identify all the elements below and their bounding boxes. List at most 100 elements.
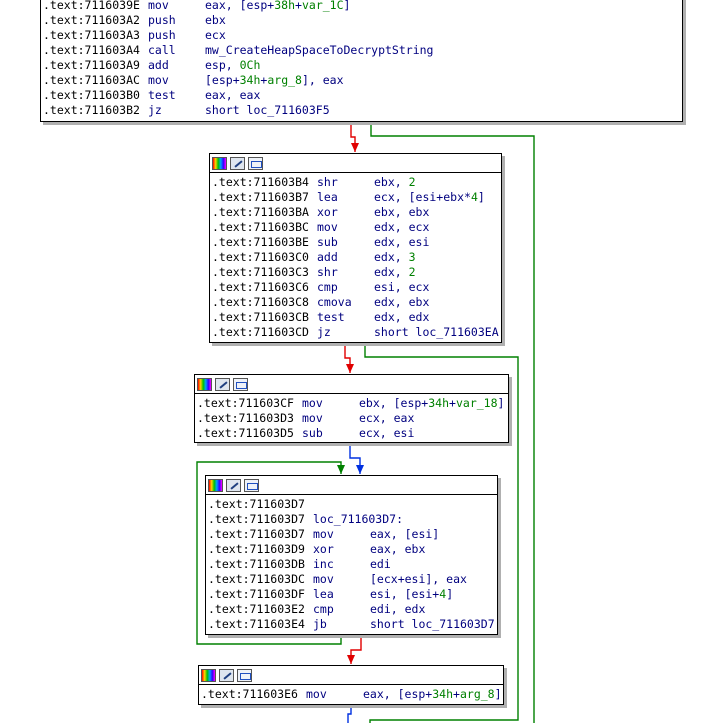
asm-line[interactable]: .text:711603B7 lea ecx, [esi+ebx*4] [212, 190, 499, 205]
block-color-icon[interactable] [197, 377, 212, 391]
asm-line[interactable]: .text:711603AC mov [esp+34h+arg_8], eax [43, 73, 680, 88]
asm-line[interactable]: .text:711603E4 jb short loc_711603D7 [208, 617, 495, 632]
asm-line[interactable]: .text:711603DC mov [ecx+esi], eax [208, 572, 495, 587]
asm-line[interactable]: .text:711603A9 add esp, 0Ch [43, 58, 680, 73]
operands: ecx, [esi+ebx*4] [374, 190, 485, 205]
operand-text: ] [446, 587, 454, 601]
edge-b3-loop-arrowhead [337, 465, 345, 474]
asm-line[interactable]: .text:711603A3 push ecx [43, 28, 680, 43]
asm-line[interactable]: .text:711603B2 jz short loc_711603F5 [43, 103, 680, 118]
function-name[interactable]: mw_CreateHeapSpaceToDecryptString [205, 43, 433, 57]
mnemonic: lea [313, 587, 334, 601]
stack-variable[interactable]: var_18 [456, 396, 498, 410]
line-address: .text:711603C6 [212, 280, 309, 294]
asm-line[interactable]: .text:711603C0 add edx, 3 [212, 250, 499, 265]
asm-line[interactable]: .text:711603CB test edx, edx [212, 310, 499, 325]
block-graph-icon[interactable] [248, 156, 263, 170]
block-rename-icon[interactable] [226, 478, 241, 492]
operands: edx, 2 [374, 265, 416, 280]
block-graph-icon[interactable] [244, 478, 259, 492]
operands: edx, edx [374, 310, 429, 325]
block-rename-icon[interactable] [219, 668, 234, 682]
stack-variable[interactable]: arg_8 [267, 73, 302, 87]
operand-text: esi, [esi+ [370, 587, 440, 601]
line-address: .text:711603D7 [208, 497, 305, 511]
asm-line[interactable]: .text:711603D7 [208, 497, 495, 512]
asm-line[interactable]: .text:711603A2 push ebx [43, 13, 680, 28]
line-address: .text:711603C8 [212, 295, 309, 309]
operand-text: short loc_711603EA [374, 325, 499, 339]
block-color-icon[interactable] [201, 668, 216, 682]
operand-text: ecx, [esi+ebx* [374, 190, 471, 204]
block-rename-icon[interactable] [230, 156, 245, 170]
operands: ebx, 2 [374, 175, 416, 190]
mnemonic: sub [317, 235, 338, 249]
operand-text: eax, eax [205, 88, 261, 102]
code-block-b3[interactable]: .text:711603D7 .text:711603D7 loc_711603D7… [205, 475, 498, 635]
asm-line[interactable]: .text:711603DF lea esi, [esi+4] [208, 587, 495, 602]
mnemonic: mov [306, 687, 327, 701]
line-address: .text:711603A9 [43, 58, 140, 72]
asm-line[interactable]: .text:711603E2 cmp edi, edx [208, 602, 495, 617]
mnemonic: mov [148, 73, 169, 87]
line-address: .text:711603D7 [208, 527, 305, 541]
asm-line[interactable]: .text:711603C3 shr edx, 2 [212, 265, 499, 280]
code-block-b1[interactable]: .text:711603B4 shr ebx, 2 .text:711603B7 lea… [209, 153, 502, 343]
operands: ebx, [esp+34h+var_18] [359, 396, 504, 411]
line-address: .text:711603D3 [197, 411, 294, 425]
code-label[interactable]: loc_711603D7: [313, 512, 403, 527]
stack-variable[interactable]: var_1C [302, 0, 344, 12]
numeric-operand: 0Ch [239, 58, 261, 72]
mnemonic: jb [313, 617, 327, 631]
asm-line[interactable]: .text:711603B4 shr ebx, 2 [212, 175, 499, 190]
block-color-icon[interactable] [212, 156, 227, 170]
mnemonic: mov [313, 527, 334, 541]
operands: esi, [esi+4] [370, 587, 453, 602]
operands: edx, ecx [374, 220, 429, 235]
block-color-icon[interactable] [208, 478, 223, 492]
operand-text: ebx, [374, 175, 409, 189]
asm-line[interactable]: .text:711603BA xor ebx, ebx [212, 205, 499, 220]
mnemonic: lea [317, 190, 338, 204]
asm-line[interactable]: .text:711603CD jz short loc_711603EA [212, 325, 499, 340]
asm-line[interactable]: .text:711603D7 loc_711603D7: [208, 512, 495, 527]
asm-line[interactable]: .text:711603C6 cmp esi, ecx [212, 280, 499, 295]
asm-line[interactable]: .text:711603D5 sub ecx, esi [197, 426, 506, 441]
operand-text: edx, edx [374, 310, 430, 324]
asm-line[interactable]: .text:711603E6 mov eax, [esp+34h+arg_8] [201, 687, 502, 702]
edge-b0-b1-arrowhead [351, 143, 359, 152]
mnemonic: cmp [317, 280, 338, 294]
block-graph-icon[interactable] [233, 377, 248, 391]
asm-line[interactable]: .text:711603B0 test eax, eax [43, 88, 680, 103]
asm-line[interactable]: .text:711603D9 xor eax, ebx [208, 542, 495, 557]
block-graph-icon[interactable] [237, 668, 252, 682]
code-block-b4[interactable]: .text:711603E6 mov eax, [esp+34h+arg_8] [198, 665, 504, 705]
mnemonic: push [148, 13, 176, 27]
asm-line[interactable]: .text:711603BE sub edx, esi [212, 235, 499, 250]
operand-text: short loc_711603F5 [205, 103, 330, 117]
operand-text: eax, ebx [370, 542, 426, 556]
code-block-b2[interactable]: .text:711603CF mov ebx, [esp+34h+var_18] .t… [194, 374, 509, 443]
block-toolbar [210, 154, 501, 173]
block-rename-icon[interactable] [215, 377, 230, 391]
operand-text: ebx [205, 13, 226, 27]
mnemonic: call [148, 43, 176, 57]
mnemonic: mov [313, 572, 334, 586]
mnemonic: jz [317, 325, 331, 339]
asm-line[interactable]: .text:711603D7 mov eax, [esi] [208, 527, 495, 542]
asm-line[interactable]: .text:711603C8 cmova edx, ebx [212, 295, 499, 310]
code-block-b0[interactable]: .text:7116039E mov eax, [esp+38h+var_1C] .t… [40, 0, 683, 122]
operands: esp, 0Ch [205, 58, 260, 73]
asm-line[interactable]: .text:711603CF mov ebx, [esp+34h+var_18] [197, 396, 506, 411]
asm-line[interactable]: .text:711603A4 call mw_CreateHeapSpaceToDe… [43, 43, 680, 58]
operand-text: edx, ebx [374, 295, 430, 309]
line-address: .text:711603E4 [208, 617, 305, 631]
line-address: .text:711603D5 [197, 426, 294, 440]
stack-variable[interactable]: arg_8 [460, 687, 495, 701]
asm-line[interactable]: .text:711603DB inc edi [208, 557, 495, 572]
asm-line[interactable]: .text:7116039E mov eax, [esp+38h+var_1C] [43, 0, 680, 13]
asm-line[interactable]: .text:711603D3 mov ecx, eax [197, 411, 506, 426]
edge-b4-out[interactable] [347, 705, 352, 723]
asm-line[interactable]: .text:711603BC mov edx, ecx [212, 220, 499, 235]
mnemonic: xor [313, 542, 334, 556]
